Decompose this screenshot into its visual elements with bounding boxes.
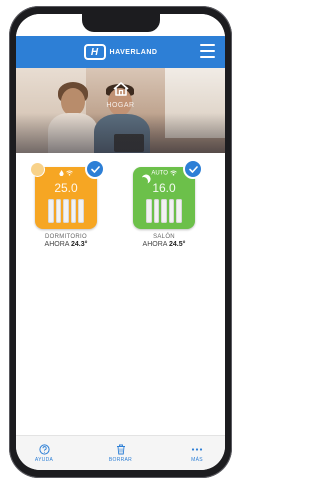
delete-label: BORRAR	[108, 456, 133, 463]
mode-label: AUTO	[151, 170, 168, 177]
flame-icon	[59, 170, 64, 177]
app-screen: H HAVERLAND HOGAR 25.0 DORMITORIO AHORA …	[16, 14, 225, 470]
delete-button[interactable]: BORRAR	[101, 444, 141, 463]
bottom-nav: AYUDA BORRAR MÁS	[16, 435, 225, 470]
device-card[interactable]: 25.0 DORMITORIO AHORA 24.3°	[30, 159, 105, 248]
trash-icon	[116, 444, 125, 454]
brand-name: HAVERLAND	[109, 48, 158, 56]
wifi-icon	[169, 170, 177, 176]
device-tile[interactable]: 25.0	[30, 159, 105, 229]
menu-button[interactable]	[200, 44, 215, 58]
radiator-icon	[146, 199, 182, 223]
set-temperature: 25.0	[54, 181, 78, 195]
brand: H HAVERLAND	[83, 44, 158, 60]
phone-notch	[82, 14, 160, 32]
home-icon[interactable]	[112, 80, 130, 98]
more-label: MÁS	[191, 456, 203, 463]
set-temperature: 16.0	[152, 181, 176, 195]
help-button[interactable]: AYUDA	[24, 443, 64, 463]
dots-icon	[191, 447, 203, 451]
device-name: DORMITORIO	[45, 234, 87, 240]
hero-banner: HOGAR	[16, 68, 225, 153]
current-temperature: AHORA 24.3°	[44, 241, 88, 248]
device-card[interactable]: AUTO 16.0 SALÓN AHORA 24.5°	[131, 159, 203, 248]
current-temperature: AHORA 24.5°	[142, 241, 186, 248]
devices-area: 25.0 DORMITORIO AHORA 24.3° AUTO 16.0 SA…	[16, 153, 225, 435]
radiator-icon	[48, 199, 84, 223]
device-name: SALÓN	[153, 234, 175, 240]
wifi-icon	[66, 170, 73, 176]
brand-logo: H	[83, 44, 106, 60]
check-icon[interactable]	[85, 159, 105, 179]
device-tile[interactable]: AUTO 16.0	[133, 159, 203, 229]
question-icon	[38, 443, 50, 455]
check-icon[interactable]	[183, 159, 203, 179]
top-bar: H HAVERLAND	[16, 36, 225, 68]
help-label: AYUDA	[34, 456, 54, 463]
hero-label: HOGAR	[106, 102, 135, 109]
more-button[interactable]: MÁS	[177, 444, 217, 463]
hamburger-icon	[200, 44, 215, 46]
